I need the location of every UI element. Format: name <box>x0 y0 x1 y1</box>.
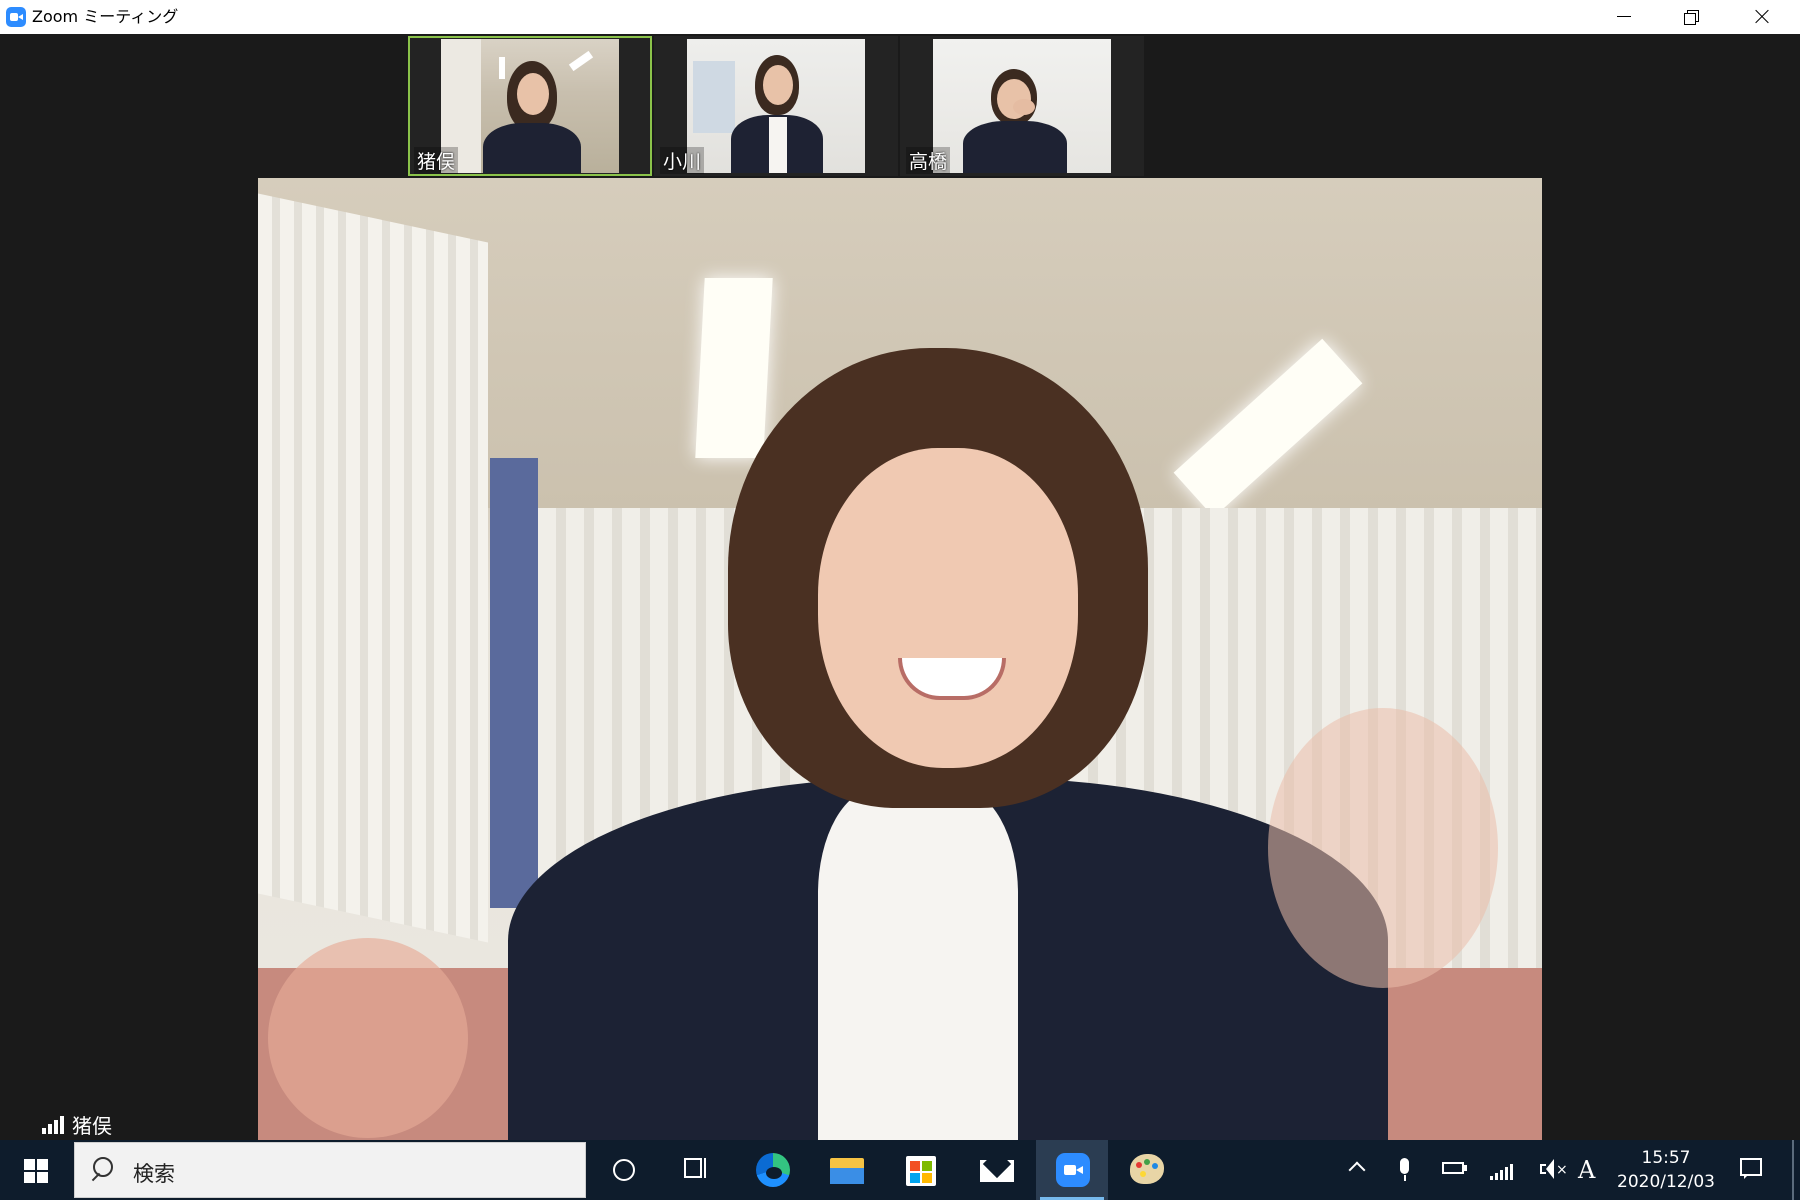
ime-indicator[interactable]: A <box>1578 1140 1606 1200</box>
participant-name: 小川 <box>660 147 705 174</box>
start-button[interactable] <box>0 1140 72 1200</box>
mail-button[interactable] <box>960 1140 1032 1200</box>
window-title: Zoom ミーティング <box>32 7 179 26</box>
cortana-icon <box>613 1159 635 1181</box>
participant-thumbnail[interactable]: 小川 <box>654 36 898 176</box>
battery-tray-button[interactable] <box>1438 1140 1474 1200</box>
minimize-icon <box>1617 16 1631 17</box>
taskbar-search-box[interactable]: 検索 <box>74 1142 586 1198</box>
microphone-icon <box>1400 1158 1409 1174</box>
cortana-button[interactable] <box>588 1140 660 1200</box>
active-speaker-video[interactable] <box>258 178 1542 1140</box>
show-desktop-button[interactable] <box>1792 1140 1794 1200</box>
store-icon <box>906 1156 936 1186</box>
close-button[interactable] <box>1726 0 1794 34</box>
chevron-up-icon <box>1348 1161 1366 1179</box>
participant-name: 猪俣 <box>414 147 459 174</box>
taskbar-clock[interactable]: 15:57 2020/12/03 <box>1610 1140 1722 1200</box>
zoom-icon <box>6 7 26 27</box>
wall-poster <box>693 61 735 133</box>
file-explorer-icon <box>830 1158 864 1184</box>
participant-video <box>933 39 1111 173</box>
network-tray-button[interactable] <box>1486 1140 1516 1200</box>
clock-time: 15:57 <box>1641 1148 1691 1168</box>
participant-name: 高橋 <box>906 147 951 174</box>
zoom-taskbar-button[interactable] <box>1036 1140 1108 1200</box>
show-hidden-icons-button[interactable] <box>1342 1140 1372 1200</box>
battery-icon <box>1442 1162 1464 1174</box>
signal-strength-icon <box>42 1116 66 1134</box>
file-explorer-button[interactable] <box>810 1140 882 1200</box>
action-center-button[interactable] <box>1734 1140 1770 1200</box>
windows-taskbar: 検索 × A 15:57 2020/12/03 <box>0 1140 1800 1200</box>
restore-button[interactable] <box>1658 0 1726 34</box>
microphone-tray-button[interactable] <box>1390 1140 1420 1200</box>
active-speaker-name: 猪俣 <box>72 1114 112 1138</box>
participant-thumbnail[interactable]: 高橋 <box>900 36 1144 176</box>
edge-icon <box>756 1153 790 1187</box>
participant-thumbnail-strip: 猪俣 小川 高橋 <box>408 36 1144 176</box>
task-view-button[interactable] <box>660 1140 732 1200</box>
volume-tray-button[interactable]: × <box>1534 1140 1568 1200</box>
windows-logo-icon <box>24 1159 48 1183</box>
mail-icon <box>980 1149 1014 1182</box>
store-button[interactable] <box>884 1140 956 1200</box>
paint-button[interactable] <box>1110 1140 1182 1200</box>
participant-video <box>441 39 619 173</box>
window-titlebar: Zoom ミーティング <box>0 0 1800 34</box>
minimize-button[interactable] <box>1590 0 1658 34</box>
paint-icon <box>1130 1154 1164 1184</box>
participant-video <box>687 39 865 173</box>
participant-thumbnail[interactable]: 猪俣 <box>408 36 652 176</box>
zoom-icon <box>1056 1153 1090 1187</box>
clock-date: 2020/12/03 <box>1617 1172 1715 1192</box>
search-placeholder: 検索 <box>133 1162 175 1186</box>
edge-button[interactable] <box>736 1140 808 1200</box>
